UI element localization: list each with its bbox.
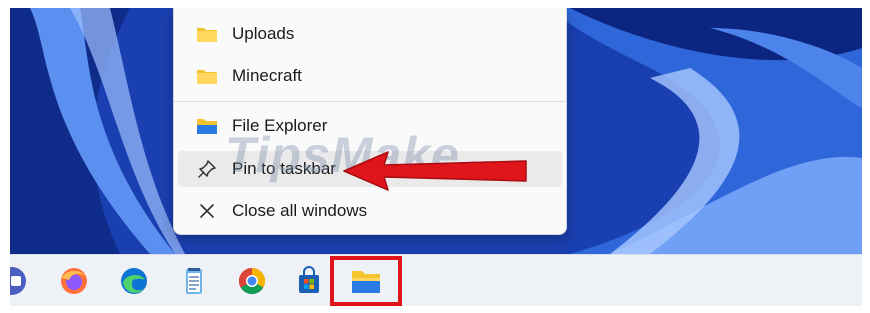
folder-icon — [194, 23, 220, 45]
jumplist-item-close-all-windows[interactable]: Close all windows — [178, 193, 562, 229]
firefox-icon[interactable] — [58, 265, 90, 297]
menu-item-label: Minecraft — [232, 66, 302, 85]
menu-divider — [174, 101, 566, 102]
jumplist-item-minecraft[interactable]: Minecraft — [178, 58, 562, 94]
menu-item-label: Close all windows — [232, 201, 368, 220]
video-call-app-icon[interactable] — [10, 265, 28, 297]
notepad-icon[interactable] — [178, 265, 210, 297]
microsoft-store-icon[interactable] — [293, 265, 325, 297]
menu-item-label: Uploads — [232, 24, 295, 43]
folder-icon — [194, 65, 220, 87]
red-arrow-annotation — [343, 151, 527, 191]
file-explorer-icon — [194, 115, 220, 137]
taskbar — [10, 254, 862, 306]
red-highlight-box — [330, 256, 402, 306]
pin-icon — [194, 158, 220, 180]
close-icon — [194, 200, 220, 222]
chrome-icon[interactable] — [236, 265, 268, 297]
jump-list-menu: Uploads Minecraft File Explorer Pin to t… — [173, 8, 567, 235]
edge-icon[interactable] — [118, 265, 150, 297]
jumplist-item-uploads[interactable]: Uploads — [178, 16, 562, 52]
screenshot-frame: Uploads Minecraft File Explorer Pin to t… — [10, 8, 862, 306]
